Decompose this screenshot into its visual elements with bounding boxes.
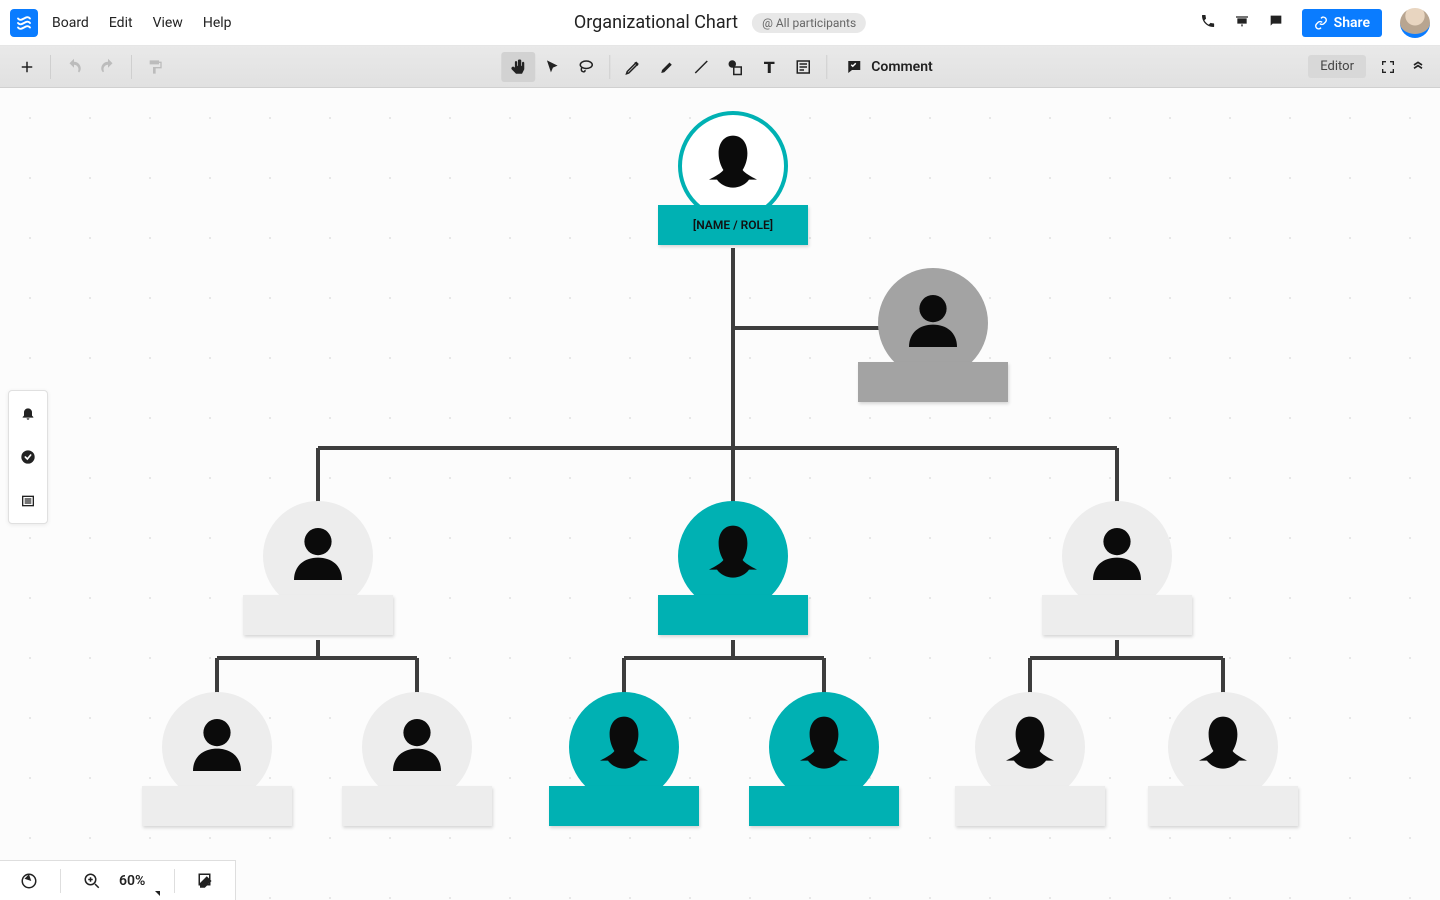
role-chip[interactable]: Editor	[1308, 55, 1366, 78]
present-icon[interactable]	[1234, 13, 1250, 33]
menu-view[interactable]: View	[153, 15, 183, 31]
shape-tool[interactable]	[718, 52, 752, 82]
org-node-label[interactable]	[1042, 595, 1192, 635]
edit-button[interactable]	[189, 866, 223, 896]
menu-board[interactable]: Board	[52, 15, 89, 31]
pen-tool[interactable]	[616, 52, 650, 82]
org-node-label[interactable]	[658, 595, 808, 635]
org-node-label[interactable]	[342, 786, 492, 826]
notifications-button[interactable]	[9, 391, 47, 435]
org-node-l3a1[interactable]	[142, 692, 292, 826]
phone-icon[interactable]	[1200, 13, 1216, 33]
chat-icon[interactable]	[1268, 13, 1284, 33]
share-button[interactable]: Share	[1302, 9, 1382, 37]
hand-tool[interactable]	[501, 52, 535, 82]
org-node-label[interactable]: [NAME / ROLE]	[658, 205, 808, 245]
comment-tool[interactable]: Comment	[833, 58, 938, 76]
line-tool[interactable]	[684, 52, 718, 82]
org-node-root[interactable]: [NAME / ROLE]	[658, 111, 808, 245]
comment-tool-label: Comment	[871, 59, 932, 75]
undo-button[interactable]	[57, 52, 91, 82]
org-node-label[interactable]	[955, 786, 1105, 826]
org-node-label[interactable]	[858, 362, 1008, 402]
org-node-label[interactable]	[1148, 786, 1298, 826]
org-node-l3a2[interactable]	[342, 692, 492, 826]
pointer-tool[interactable]	[535, 52, 569, 82]
org-node-l2a[interactable]	[243, 501, 393, 635]
org-node-l3b2[interactable]	[749, 692, 899, 826]
org-node-l3b1[interactable]	[549, 692, 699, 826]
canvas[interactable]: [NAME / ROLE]	[0, 88, 1440, 900]
zoom-level[interactable]: 60%	[119, 873, 145, 889]
format-painter-button[interactable]	[138, 52, 172, 82]
fullscreen-button[interactable]	[1380, 52, 1396, 82]
org-node-l3c2[interactable]	[1148, 692, 1298, 826]
avatar[interactable]	[1400, 8, 1430, 38]
org-node-label[interactable]	[749, 786, 899, 826]
list-button[interactable]	[9, 479, 47, 523]
participants-chip[interactable]: @ All participants	[752, 13, 866, 33]
lasso-tool[interactable]	[569, 52, 603, 82]
share-button-label: Share	[1334, 15, 1370, 31]
text-tool[interactable]	[752, 52, 786, 82]
org-node-l3c1[interactable]	[955, 692, 1105, 826]
page-title[interactable]: Organizational Chart	[574, 12, 738, 33]
marker-tool[interactable]	[650, 52, 684, 82]
menu-edit[interactable]: Edit	[109, 15, 133, 31]
zoom-menu-icon[interactable]	[155, 891, 160, 896]
org-node-label[interactable]	[549, 786, 699, 826]
zoom-in-button[interactable]	[75, 866, 109, 896]
add-button[interactable]	[10, 52, 44, 82]
collapse-button[interactable]	[1410, 52, 1426, 82]
org-node-l2c[interactable]	[1042, 501, 1192, 635]
tasks-button[interactable]	[9, 435, 47, 479]
note-tool[interactable]	[786, 52, 820, 82]
org-node-l2b[interactable]	[658, 501, 808, 635]
org-node-label[interactable]	[243, 595, 393, 635]
redo-button[interactable]	[91, 52, 125, 82]
org-node-label[interactable]	[142, 786, 292, 826]
app-logo[interactable]	[10, 9, 38, 37]
org-node-assist[interactable]	[858, 268, 1008, 402]
menu-help[interactable]: Help	[203, 15, 232, 31]
minimap-button[interactable]	[12, 866, 46, 896]
